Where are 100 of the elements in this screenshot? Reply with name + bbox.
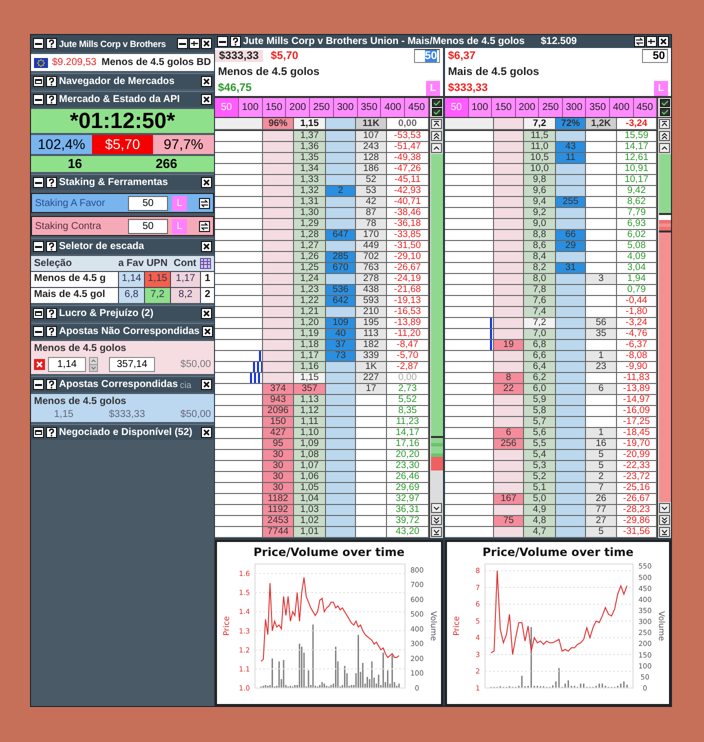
ladder-cell[interactable] bbox=[494, 274, 524, 285]
ladder-cell[interactable] bbox=[326, 307, 356, 318]
price-cell[interactable]: 7,8 bbox=[524, 285, 556, 296]
price-cell[interactable]: 1,21 bbox=[294, 307, 326, 318]
ladder-cell[interactable] bbox=[494, 285, 524, 296]
double-chevron-down-icon[interactable] bbox=[659, 515, 670, 525]
ladder-cell[interactable] bbox=[326, 461, 356, 472]
ladder-cell[interactable] bbox=[263, 164, 294, 175]
help-icon[interactable] bbox=[46, 241, 57, 252]
price-cell[interactable]: 4,8 bbox=[524, 516, 556, 527]
minimize-icon[interactable] bbox=[177, 38, 188, 49]
price-cell[interactable]: 9,2 bbox=[524, 208, 556, 219]
swap-icon[interactable] bbox=[634, 36, 645, 47]
price-cell[interactable]: 9,6 bbox=[524, 186, 556, 197]
price-cell[interactable]: 7,4 bbox=[524, 307, 556, 318]
ladder-cell[interactable] bbox=[556, 362, 586, 373]
ladder-cell[interactable] bbox=[326, 175, 356, 186]
table-cell[interactable]: Menos de 4.5 g bbox=[31, 272, 118, 287]
ladder-cell[interactable] bbox=[263, 175, 294, 186]
price-cell[interactable]: 1,30 bbox=[294, 208, 326, 219]
ladder-cell[interactable]: 11 bbox=[556, 153, 586, 164]
ladder-cell[interactable] bbox=[494, 318, 524, 329]
ladder-cell[interactable] bbox=[326, 406, 356, 417]
ladder-cell[interactable] bbox=[556, 296, 586, 307]
ladder-cell[interactable]: 1192 bbox=[263, 505, 294, 516]
price-cell[interactable]: 1,12 bbox=[294, 406, 326, 417]
scroll-to-top-icon[interactable] bbox=[659, 119, 670, 129]
help-icon[interactable] bbox=[46, 308, 57, 319]
chevron-up-icon[interactable] bbox=[431, 143, 442, 153]
ladder-cell[interactable] bbox=[263, 307, 294, 318]
ladder-cell[interactable] bbox=[326, 472, 356, 483]
ladder-cell[interactable] bbox=[263, 142, 294, 153]
ladder-cell[interactable]: 30 bbox=[263, 483, 294, 494]
ladder-cell[interactable] bbox=[494, 241, 524, 252]
price-cell[interactable]: 1,20 bbox=[294, 318, 326, 329]
ladder-cell[interactable] bbox=[263, 131, 294, 142]
collapse-icon[interactable] bbox=[33, 177, 44, 188]
price-cell[interactable]: 1,25 bbox=[294, 263, 326, 274]
checklist-icon[interactable] bbox=[660, 108, 670, 116]
ladder-cell[interactable]: 150 bbox=[263, 417, 294, 428]
chevron-up-icon[interactable] bbox=[659, 143, 670, 153]
ladder-cell[interactable]: 536 bbox=[326, 285, 356, 296]
table-cell[interactable]: 1 bbox=[200, 272, 214, 287]
ladder-cell[interactable]: 285 bbox=[326, 252, 356, 263]
price-cell[interactable]: 7,0 bbox=[524, 329, 556, 340]
help-icon[interactable] bbox=[230, 36, 241, 47]
ladder-cell[interactable] bbox=[494, 329, 524, 340]
ladder-cell[interactable]: 30 bbox=[263, 450, 294, 461]
ladder-cell[interactable] bbox=[556, 417, 586, 428]
stake-field[interactable]: 50 bbox=[414, 49, 440, 63]
ladder-cell[interactable] bbox=[326, 131, 356, 142]
price-cell[interactable]: 5,7 bbox=[524, 417, 556, 428]
price-cell[interactable]: 5,9 bbox=[524, 395, 556, 406]
ladder-cell[interactable] bbox=[263, 362, 294, 373]
ladder-cell[interactable] bbox=[263, 186, 294, 197]
ladder-cell[interactable] bbox=[326, 241, 356, 252]
price-cell[interactable]: 10,5 bbox=[524, 153, 556, 164]
stake-field[interactable]: 50 bbox=[642, 49, 668, 63]
ladder-cell[interactable] bbox=[556, 131, 586, 142]
table-cell[interactable]: 6,8 bbox=[118, 288, 144, 303]
ladder-cell[interactable] bbox=[263, 252, 294, 263]
ladder-cell[interactable] bbox=[263, 318, 294, 329]
price-cell[interactable]: 5,4 bbox=[524, 450, 556, 461]
table-cell[interactable]: 7,2 bbox=[144, 288, 170, 303]
ladder-cell[interactable]: 95 bbox=[263, 439, 294, 450]
close-icon[interactable] bbox=[201, 94, 212, 105]
price-cell[interactable]: 1,27 bbox=[294, 241, 326, 252]
ladder-cell[interactable] bbox=[326, 428, 356, 439]
ladder-cell[interactable] bbox=[556, 395, 586, 406]
price-cell[interactable]: 5,1 bbox=[524, 483, 556, 494]
ladder-cell[interactable] bbox=[494, 395, 524, 406]
ladder-cell[interactable] bbox=[326, 527, 356, 538]
stake-tab[interactable]: 450 bbox=[634, 98, 658, 117]
ladder-cell[interactable]: 2 bbox=[326, 186, 356, 197]
ladder-cell[interactable] bbox=[556, 439, 586, 450]
price-cell[interactable]: 1,26 bbox=[294, 252, 326, 263]
ladder-cell[interactable] bbox=[556, 318, 586, 329]
ladder-cell[interactable] bbox=[326, 395, 356, 406]
ladder-cell[interactable] bbox=[556, 461, 586, 472]
ladder-cell[interactable] bbox=[494, 252, 524, 263]
ladder-cell[interactable] bbox=[556, 450, 586, 461]
ladder-cell[interactable]: 72% bbox=[556, 118, 586, 130]
ladder-cell[interactable] bbox=[494, 406, 524, 417]
help-icon[interactable] bbox=[46, 38, 57, 49]
help-icon[interactable] bbox=[46, 76, 57, 87]
ladder-cell[interactable] bbox=[556, 164, 586, 175]
spinner-icon[interactable] bbox=[89, 357, 98, 372]
price-cell[interactable]: 1,10 bbox=[294, 428, 326, 439]
ladder-cell[interactable] bbox=[326, 164, 356, 175]
help-icon[interactable] bbox=[46, 379, 57, 390]
price-cell[interactable]: 8,0 bbox=[524, 274, 556, 285]
table-cell[interactable]: 2 bbox=[200, 288, 214, 303]
price-cell[interactable]: 4,9 bbox=[524, 505, 556, 516]
double-chevron-down-icon[interactable] bbox=[431, 515, 442, 525]
close-icon[interactable] bbox=[201, 308, 212, 319]
grid-icon[interactable] bbox=[200, 258, 211, 269]
expand-icon[interactable] bbox=[33, 76, 44, 87]
price-cell[interactable]: 1,36 bbox=[294, 142, 326, 153]
price-cell[interactable]: 5,8 bbox=[524, 406, 556, 417]
close-icon[interactable] bbox=[201, 38, 212, 49]
